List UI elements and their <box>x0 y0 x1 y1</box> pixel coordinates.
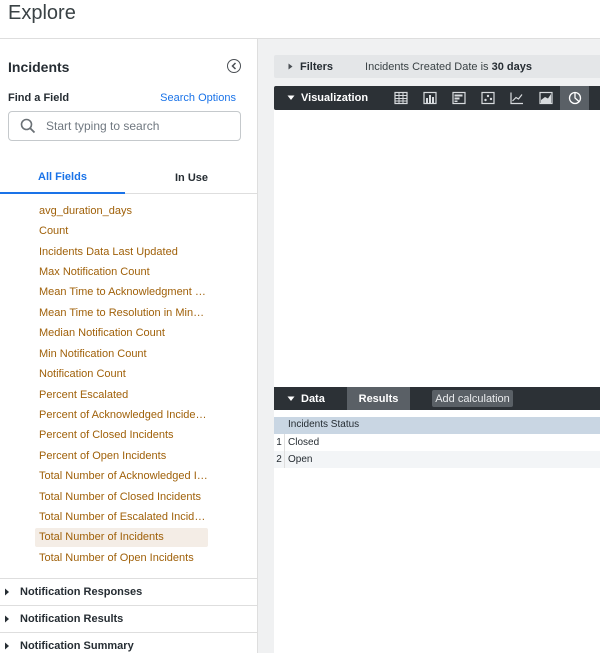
explore-main-panel: Filters Incidents Created Date is 30 day… <box>258 39 600 653</box>
field-item[interactable]: Percent Escalated <box>35 386 208 405</box>
viz-area-button[interactable] <box>531 86 560 110</box>
table-row: 2 Open <box>274 451 600 468</box>
add-calculation-button[interactable]: Add calculation <box>432 390 513 407</box>
chevron-left-icon <box>231 62 237 70</box>
field-item[interactable]: Percent of Acknowledged Incidents <box>35 406 208 425</box>
collapse-sidebar-button[interactable] <box>227 59 241 73</box>
field-item[interactable]: Incidents Data Last Updated <box>35 243 208 262</box>
filters-section[interactable]: Filters Incidents Created Date is 30 day… <box>274 55 600 78</box>
field-search-box[interactable] <box>8 111 241 141</box>
field-list[interactable]: avg_duration_days Count Incidents Data L… <box>0 194 257 578</box>
field-item[interactable]: Min Notification Count <box>35 345 208 364</box>
group-label: Notification Summary <box>20 640 134 652</box>
visualization-section: Visualization <box>274 86 600 110</box>
viz-table-button[interactable] <box>386 86 415 110</box>
filter-field: Incidents Created Date <box>365 60 478 73</box>
viz-type-picker <box>386 86 589 110</box>
viz-bar-button[interactable] <box>444 86 473 110</box>
filter-operator: is <box>480 60 489 73</box>
line-chart-icon <box>509 92 523 105</box>
data-label[interactable]: Data <box>301 393 325 405</box>
tab-all-fields[interactable]: All Fields <box>0 161 125 194</box>
scatter-icon <box>480 91 495 105</box>
column-chart-icon <box>422 91 437 105</box>
group-label: Notification Results <box>20 613 124 625</box>
results-column-header[interactable]: Incidents Status <box>274 417 600 434</box>
filter-value: 30 days <box>491 60 532 73</box>
results-table: Incidents Status 1 Closed 2 Open <box>274 410 600 653</box>
page-header: Explore <box>0 0 600 39</box>
page-title: Explore <box>8 2 76 24</box>
visualization-label[interactable]: Visualization <box>301 92 368 104</box>
field-item[interactable]: Count <box>35 222 208 241</box>
field-search-input[interactable] <box>46 119 236 133</box>
caret-down-icon <box>287 95 295 100</box>
bar-chart-icon <box>451 91 466 105</box>
visualization-canvas <box>274 110 600 387</box>
row-value: Open <box>288 454 313 465</box>
explore-name: Incidents <box>8 59 70 75</box>
field-item[interactable]: Median Notification Count <box>35 324 208 343</box>
viz-column-button[interactable] <box>415 86 444 110</box>
area-chart-icon <box>538 91 553 105</box>
field-item[interactable]: Percent of Open Incidents <box>35 447 208 466</box>
tab-results[interactable]: Results <box>347 387 410 410</box>
group-notification-summary[interactable]: Notification Summary <box>0 632 257 653</box>
group-notification-results[interactable]: Notification Results <box>0 605 257 632</box>
field-item[interactable]: Mean Time to Acknowledgment in ... <box>35 283 208 302</box>
row-value: Closed <box>288 437 320 448</box>
table-row: 1 Closed <box>274 434 600 451</box>
field-item[interactable]: avg_duration_days <box>35 202 208 221</box>
field-item[interactable]: Mean Time to Resolution in Minutes... <box>35 304 208 323</box>
caret-right-icon <box>5 615 9 623</box>
caret-down-icon <box>287 396 295 401</box>
group-notification-responses[interactable]: Notification Responses <box>0 578 257 605</box>
field-item[interactable]: Total Number of Acknowledged Inci... <box>35 467 208 486</box>
field-item[interactable]: Total Number of Escalated Incidents <box>35 508 208 527</box>
tab-in-use[interactable]: In Use <box>125 161 258 194</box>
field-item[interactable]: Notification Count <box>35 365 208 384</box>
row-index: 1 <box>274 434 285 451</box>
caret-right-icon <box>5 588 9 596</box>
field-tabs: All Fields In Use <box>0 161 258 194</box>
field-picker-sidebar: Incidents Find a Field Search Options Al… <box>0 39 258 653</box>
search-options-link[interactable]: Search Options <box>160 92 236 104</box>
filters-summary: Incidents Created Date is 30 days <box>365 61 532 73</box>
viz-scatter-button[interactable] <box>473 86 502 110</box>
row-index: 2 <box>274 451 285 468</box>
pie-chart-icon <box>568 91 581 105</box>
search-icon <box>20 118 36 134</box>
field-item-selected[interactable]: Total Number of Incidents <box>35 528 208 547</box>
viz-pie-button[interactable] <box>560 86 589 110</box>
caret-right-icon <box>288 63 293 70</box>
caret-right-icon <box>5 642 9 650</box>
column-header-label: Incidents Status <box>288 419 360 430</box>
filters-label[interactable]: Filters <box>300 61 333 73</box>
field-item[interactable]: Percent of Closed Incidents <box>35 426 208 445</box>
field-item[interactable]: Total Number of Closed Incidents <box>35 488 208 507</box>
group-label: Notification Responses <box>20 586 143 598</box>
field-item[interactable]: Max Notification Count <box>35 263 208 282</box>
viz-line-button[interactable] <box>502 86 531 110</box>
find-field-label: Find a Field <box>8 92 70 104</box>
field-item[interactable]: Total Number of Open Incidents <box>35 549 208 568</box>
table-icon <box>393 91 408 105</box>
data-section: Data Results Add calculation <box>274 387 600 410</box>
